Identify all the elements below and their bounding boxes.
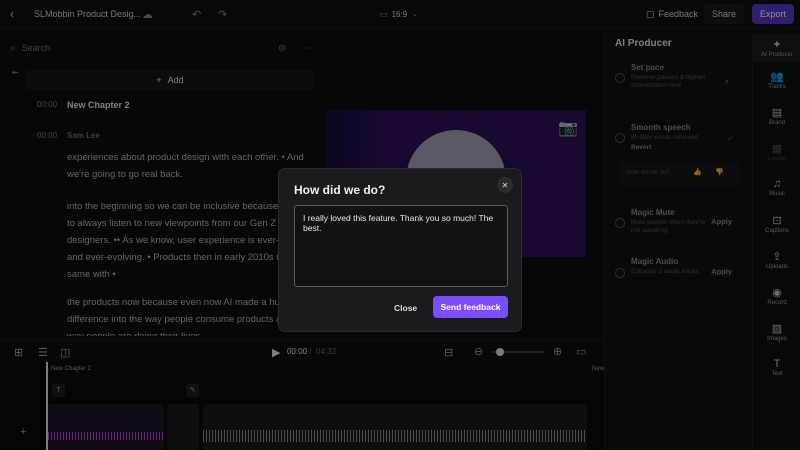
- feedback-textarea[interactable]: I really loved this feature. Thank you s…: [294, 205, 508, 287]
- modal-title: How did we do?: [294, 183, 386, 197]
- close-button[interactable]: Close: [394, 303, 417, 313]
- feedback-modal: How did we do? ✕ I really loved this fea…: [278, 168, 522, 332]
- send-feedback-button[interactable]: Send feedback: [433, 296, 508, 318]
- close-icon[interactable]: ✕: [497, 177, 513, 193]
